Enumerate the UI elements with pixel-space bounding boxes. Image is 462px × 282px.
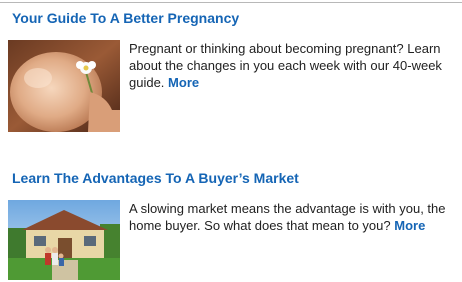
more-link[interactable]: More (394, 218, 425, 233)
article-title-link[interactable]: Your Guide To A Better Pregnancy (12, 10, 239, 26)
pregnant-belly-photo-icon[interactable] (8, 40, 120, 132)
family-house-photo-icon[interactable] (8, 200, 120, 280)
article-title-link[interactable]: Learn The Advantages To A Buyer’s Market (12, 170, 299, 186)
top-divider (0, 2, 462, 3)
article-description: A slowing market means the advantage is … (129, 200, 459, 234)
more-link[interactable]: More (168, 75, 199, 90)
article-description: Pregnant or thinking about becoming preg… (129, 40, 459, 91)
